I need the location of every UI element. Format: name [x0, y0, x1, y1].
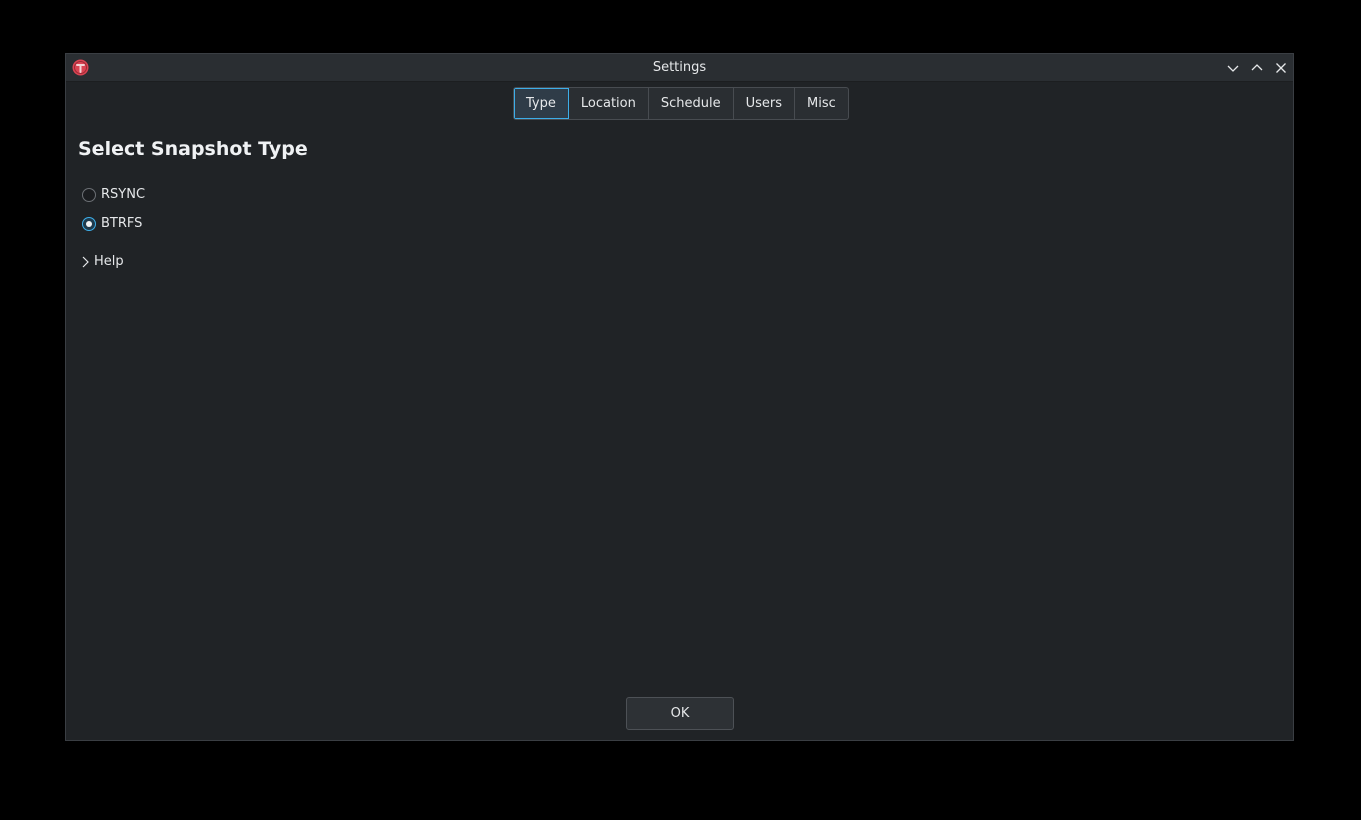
radio-button-btrfs[interactable] — [82, 216, 96, 231]
tab-users[interactable]: Users — [734, 88, 795, 119]
chevron-right-icon — [82, 256, 89, 267]
radio-label-rsync: RSYNC — [101, 187, 146, 202]
window-title: Settings — [652, 60, 707, 75]
radio-button-rsync[interactable] — [82, 187, 96, 202]
radio-label-btrfs: BTRFS — [101, 216, 143, 231]
settings-tab-bar: Type Location Schedule Users Misc — [513, 87, 849, 120]
close-icon — [1276, 63, 1286, 73]
tab-location[interactable]: Location — [569, 88, 649, 119]
title-bar[interactable]: Settings — [66, 54, 1293, 82]
section-title: Select Snapshot Type — [78, 138, 308, 160]
close-button[interactable] — [1271, 58, 1291, 78]
help-label: Help — [94, 254, 124, 269]
chevron-up-icon — [1251, 64, 1263, 71]
chevron-down-icon — [1227, 65, 1239, 72]
maximize-button[interactable] — [1247, 58, 1267, 78]
tab-type[interactable]: Type — [514, 88, 569, 119]
radio-option-rsync[interactable]: RSYNC — [82, 187, 145, 202]
help-expander[interactable]: Help — [81, 254, 124, 269]
radio-option-btrfs[interactable]: BTRFS — [82, 216, 142, 231]
tab-schedule[interactable]: Schedule — [649, 88, 734, 119]
settings-window: Settings Type Location Schedule Users Mi… — [65, 53, 1294, 741]
ok-button[interactable]: OK — [626, 697, 734, 730]
minimize-button[interactable] — [1223, 58, 1243, 78]
tab-misc[interactable]: Misc — [795, 88, 848, 119]
